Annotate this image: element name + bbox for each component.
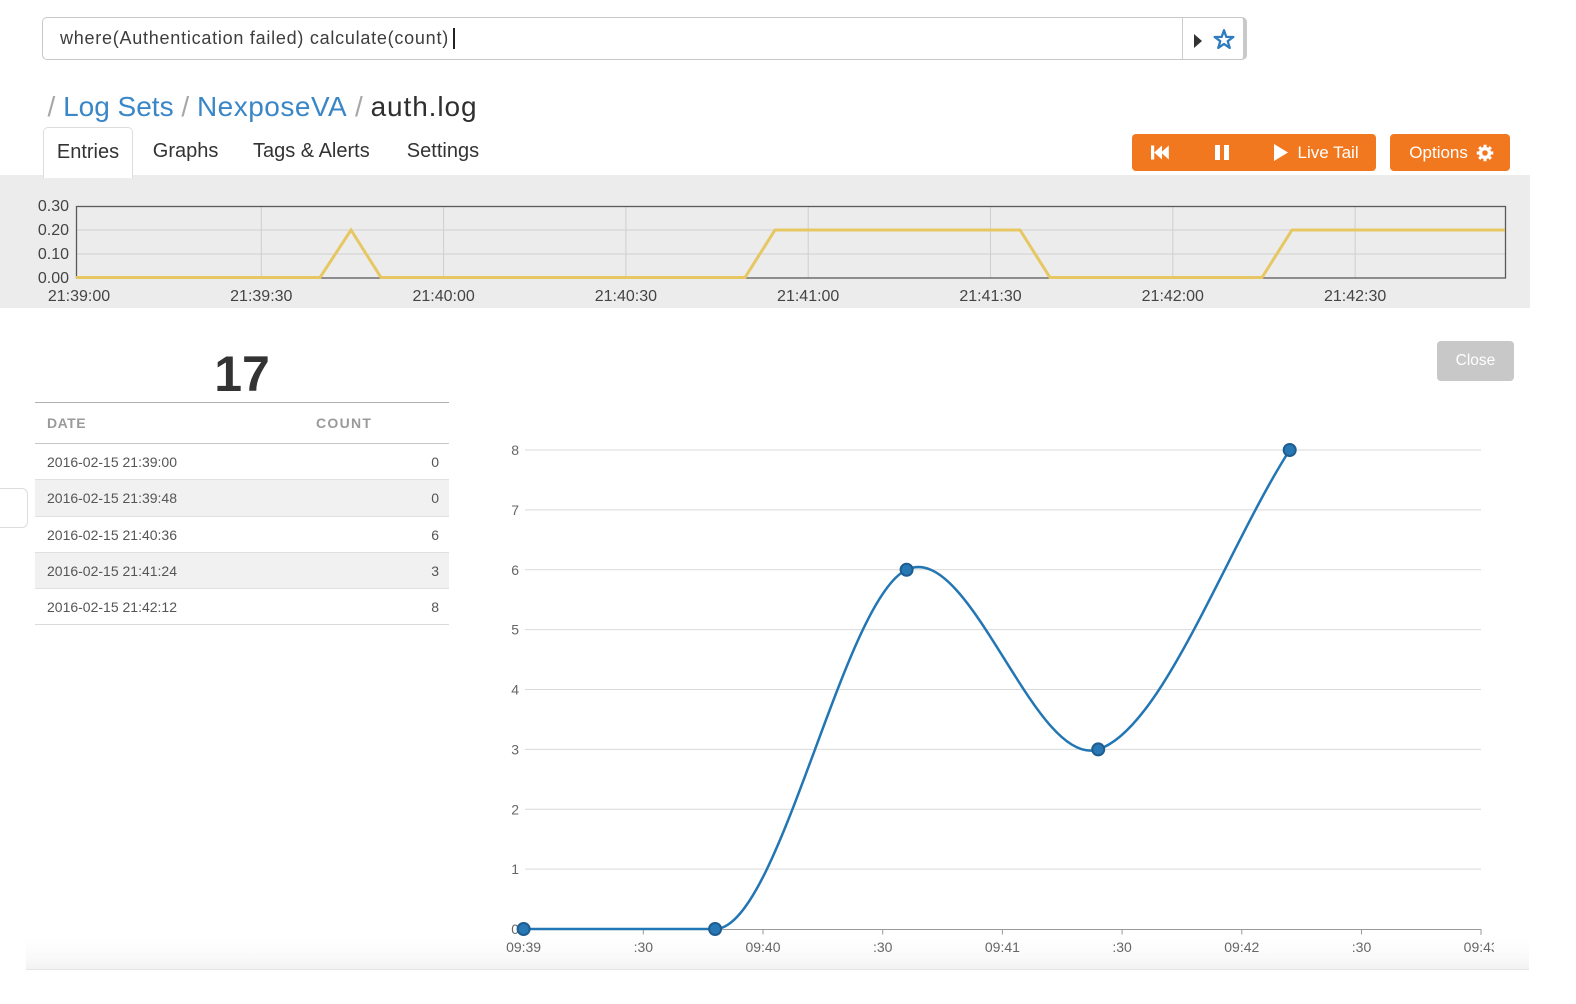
svg-text:6: 6 — [511, 562, 519, 578]
svg-text:09:42: 09:42 — [1224, 939, 1259, 955]
svg-text:0.10: 0.10 — [38, 246, 69, 263]
svg-text:09:40: 09:40 — [745, 939, 780, 955]
svg-text:0.20: 0.20 — [38, 222, 69, 239]
svg-text:0.30: 0.30 — [38, 198, 69, 215]
svg-text:2: 2 — [511, 801, 519, 817]
svg-text:21:42:00: 21:42:00 — [1142, 288, 1204, 305]
svg-text::30: :30 — [634, 939, 654, 955]
svg-text:21:42:30: 21:42:30 — [1324, 288, 1386, 305]
svg-text:21:41:30: 21:41:30 — [959, 288, 1021, 305]
svg-text:21:39:30: 21:39:30 — [230, 288, 292, 305]
svg-text:21:41:00: 21:41:00 — [777, 288, 839, 305]
svg-text:1: 1 — [511, 861, 519, 877]
svg-text:0.00: 0.00 — [38, 270, 69, 287]
svg-text:21:40:00: 21:40:00 — [412, 288, 474, 305]
svg-text:7: 7 — [511, 502, 519, 518]
svg-text:09:43: 09:43 — [1464, 939, 1494, 955]
svg-text:8: 8 — [511, 442, 519, 458]
svg-text:09:41: 09:41 — [985, 939, 1020, 955]
svg-text:09:39: 09:39 — [506, 939, 541, 955]
svg-text:5: 5 — [511, 622, 519, 638]
svg-text:3: 3 — [511, 741, 519, 757]
svg-text::30: :30 — [873, 939, 893, 955]
svg-text::30: :30 — [1352, 939, 1372, 955]
svg-text::30: :30 — [1112, 939, 1132, 955]
svg-text:21:39:00: 21:39:00 — [48, 288, 110, 305]
svg-text:4: 4 — [511, 682, 519, 698]
svg-text:21:40:30: 21:40:30 — [595, 288, 657, 305]
